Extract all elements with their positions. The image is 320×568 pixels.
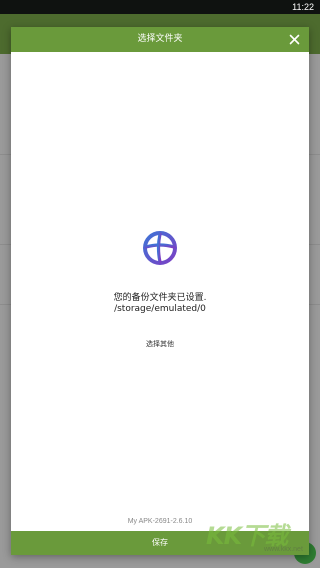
close-icon — [289, 34, 300, 45]
folder-path: /storage/emulated/0 — [114, 304, 206, 314]
backup-folder-message: 您的备份文件夹已设置. /storage/emulated/0 — [11, 293, 309, 315]
choose-other-button[interactable]: 选择其他 — [120, 337, 200, 351]
status-bar: 11:22 — [0, 0, 320, 14]
dialog-header: 选择文件夹 — [11, 27, 309, 52]
message-line-1: 您的备份文件夹已设置. — [113, 293, 207, 303]
app-version: My APK-2691-2.6.10 — [127, 518, 193, 525]
dialog-title: 选择文件夹 — [137, 34, 183, 44]
close-button[interactable] — [286, 31, 303, 48]
choose-folder-dialog: 选择文件夹 您的备份文件夹已设置. /storage/emulated/0 选择… — [11, 27, 309, 555]
status-time: 11:22 — [292, 2, 314, 12]
save-button[interactable]: 保存 — [11, 531, 309, 555]
globe-icon — [140, 228, 180, 268]
